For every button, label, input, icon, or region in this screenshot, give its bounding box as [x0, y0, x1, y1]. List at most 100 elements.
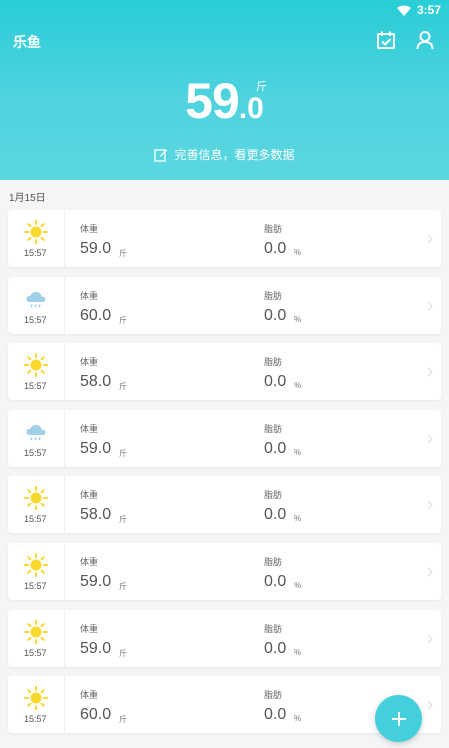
- fat-value: 0.0: [264, 506, 287, 524]
- calendar-check-icon[interactable]: [375, 29, 397, 51]
- record-time: 15:57: [24, 647, 47, 658]
- fat-label: 脂肪: [264, 224, 283, 234]
- record-time: 15:57: [24, 381, 47, 392]
- complete-info-link[interactable]: 完善信息，看更多数据: [0, 146, 449, 163]
- weight-unit: 斤: [119, 515, 127, 525]
- weight-unit: 斤: [119, 581, 127, 591]
- weight-value: 58.0: [80, 373, 112, 391]
- weight-value: 59.0: [80, 439, 112, 457]
- weight-value: 58.0: [80, 506, 112, 524]
- status-bar: 3:57: [0, 0, 449, 22]
- weight-label: 体重: [80, 490, 99, 501]
- record-divider: [64, 476, 65, 534]
- app-title: 乐鱼: [13, 34, 41, 50]
- weight-label: 体重: [80, 224, 99, 234]
- fat-value: 0.0: [264, 639, 287, 657]
- plus-icon: [391, 711, 406, 726]
- fat-value: 0.0: [264, 439, 287, 457]
- fat-unit: %: [294, 447, 302, 457]
- fat-label: 脂肪: [264, 357, 283, 368]
- sunny-icon: [24, 220, 48, 244]
- record-time: 15:57: [24, 248, 47, 258]
- rainy-icon: [26, 291, 46, 307]
- weight-label: 体重: [80, 556, 99, 567]
- weight-unit: 斤: [119, 315, 127, 325]
- fat-unit: %: [294, 248, 302, 257]
- record-divider: [64, 343, 65, 401]
- fat-label: 脂肪: [264, 290, 283, 301]
- sunny-icon: [24, 552, 48, 577]
- fat-label: 脂肪: [264, 423, 283, 434]
- chevron-right-icon: [427, 634, 433, 643]
- record-card[interactable]: 15:57 体重 59.0 斤 脂肪 0.0 %: [8, 409, 441, 467]
- fat-value: 0.0: [264, 306, 287, 324]
- chevron-right-icon: [427, 367, 433, 377]
- record-card[interactable]: 15:57 体重 59.0 斤 脂肪 0.0 %: [8, 609, 441, 667]
- weight-unit: 斤: [119, 382, 127, 392]
- fat-unit: %: [294, 580, 302, 590]
- weight-unit: 斤: [119, 715, 127, 725]
- fat-value: 0.0: [264, 572, 287, 590]
- record-divider: [64, 409, 65, 467]
- record-divider: [64, 542, 65, 600]
- record-card[interactable]: 15:57 体重 60.0 斤 脂肪 0.0 %: [8, 276, 441, 334]
- header: 3:57 乐鱼 59.0 斤 完善信息，看更多数据: [0, 0, 449, 180]
- fat-label: 脂肪: [264, 623, 283, 634]
- record-time: 15:57: [24, 447, 47, 458]
- fat-unit: %: [294, 647, 302, 657]
- weight-label: 体重: [80, 423, 99, 434]
- weight-label: 体重: [80, 290, 99, 301]
- weight-label: 体重: [80, 357, 99, 368]
- fat-label: 脂肪: [264, 490, 283, 501]
- fat-value: 0.0: [264, 240, 287, 257]
- weight-unit: 斤: [119, 448, 127, 458]
- record-divider: [64, 609, 65, 667]
- sunny-icon: [24, 686, 48, 711]
- weight-value: 60.0: [80, 306, 112, 324]
- current-weight-int: 59: [185, 73, 240, 129]
- record-divider: [64, 210, 65, 267]
- record-divider: [64, 676, 65, 734]
- chevron-right-icon: [427, 567, 433, 577]
- fat-value: 0.0: [264, 373, 287, 391]
- record-time: 15:57: [24, 514, 47, 525]
- record-time: 15:57: [24, 714, 47, 725]
- sunny-icon: [24, 619, 48, 644]
- weight-value: 59.0: [80, 572, 112, 590]
- record-card[interactable]: 15:57 体重 59.0 斤 脂肪 0.0 %: [8, 542, 441, 600]
- current-weight-dec: .0: [238, 92, 264, 125]
- edit-icon: [154, 148, 168, 162]
- chevron-right-icon: [427, 434, 433, 444]
- fat-label: 脂肪: [264, 556, 283, 567]
- record-time: 15:57: [24, 580, 47, 591]
- fat-unit: %: [294, 314, 302, 324]
- record-time: 15:57: [24, 314, 47, 325]
- record-list: 15:57 体重 59.0 斤 脂肪 0.0 % 15:57 体重 60.0 斤…: [8, 210, 441, 743]
- rainy-icon: [26, 424, 46, 441]
- weight-value: 59.0: [80, 240, 112, 257]
- current-weight-unit: 斤: [256, 81, 267, 93]
- sunny-icon: [24, 353, 48, 378]
- fat-unit: %: [294, 714, 302, 724]
- record-card[interactable]: 15:57 体重 58.0 斤 脂肪 0.0 %: [8, 476, 441, 534]
- date-label: 1月15日: [9, 193, 46, 204]
- status-time: 3:57: [416, 3, 441, 17]
- chevron-right-icon: [427, 301, 433, 311]
- fat-label: 脂肪: [264, 690, 283, 701]
- chevron-right-icon: [427, 500, 433, 510]
- sunny-icon: [24, 486, 48, 511]
- add-record-button[interactable]: [375, 695, 422, 742]
- weight-value: 60.0: [80, 706, 112, 724]
- user-icon[interactable]: [414, 29, 436, 51]
- fat-value: 0.0: [264, 706, 287, 724]
- record-card[interactable]: 15:57 体重 58.0 斤 脂肪 0.0 %: [8, 343, 441, 401]
- record-divider: [64, 276, 65, 334]
- fat-unit: %: [294, 514, 302, 524]
- weight-label: 体重: [80, 690, 99, 701]
- wifi-icon: [396, 5, 411, 16]
- fat-unit: %: [294, 381, 302, 391]
- chevron-right-icon: [427, 700, 433, 710]
- record-card[interactable]: 15:57 体重 59.0 斤 脂肪 0.0 %: [8, 210, 441, 267]
- weight-unit: 斤: [119, 249, 127, 258]
- weight-unit: 斤: [119, 648, 127, 658]
